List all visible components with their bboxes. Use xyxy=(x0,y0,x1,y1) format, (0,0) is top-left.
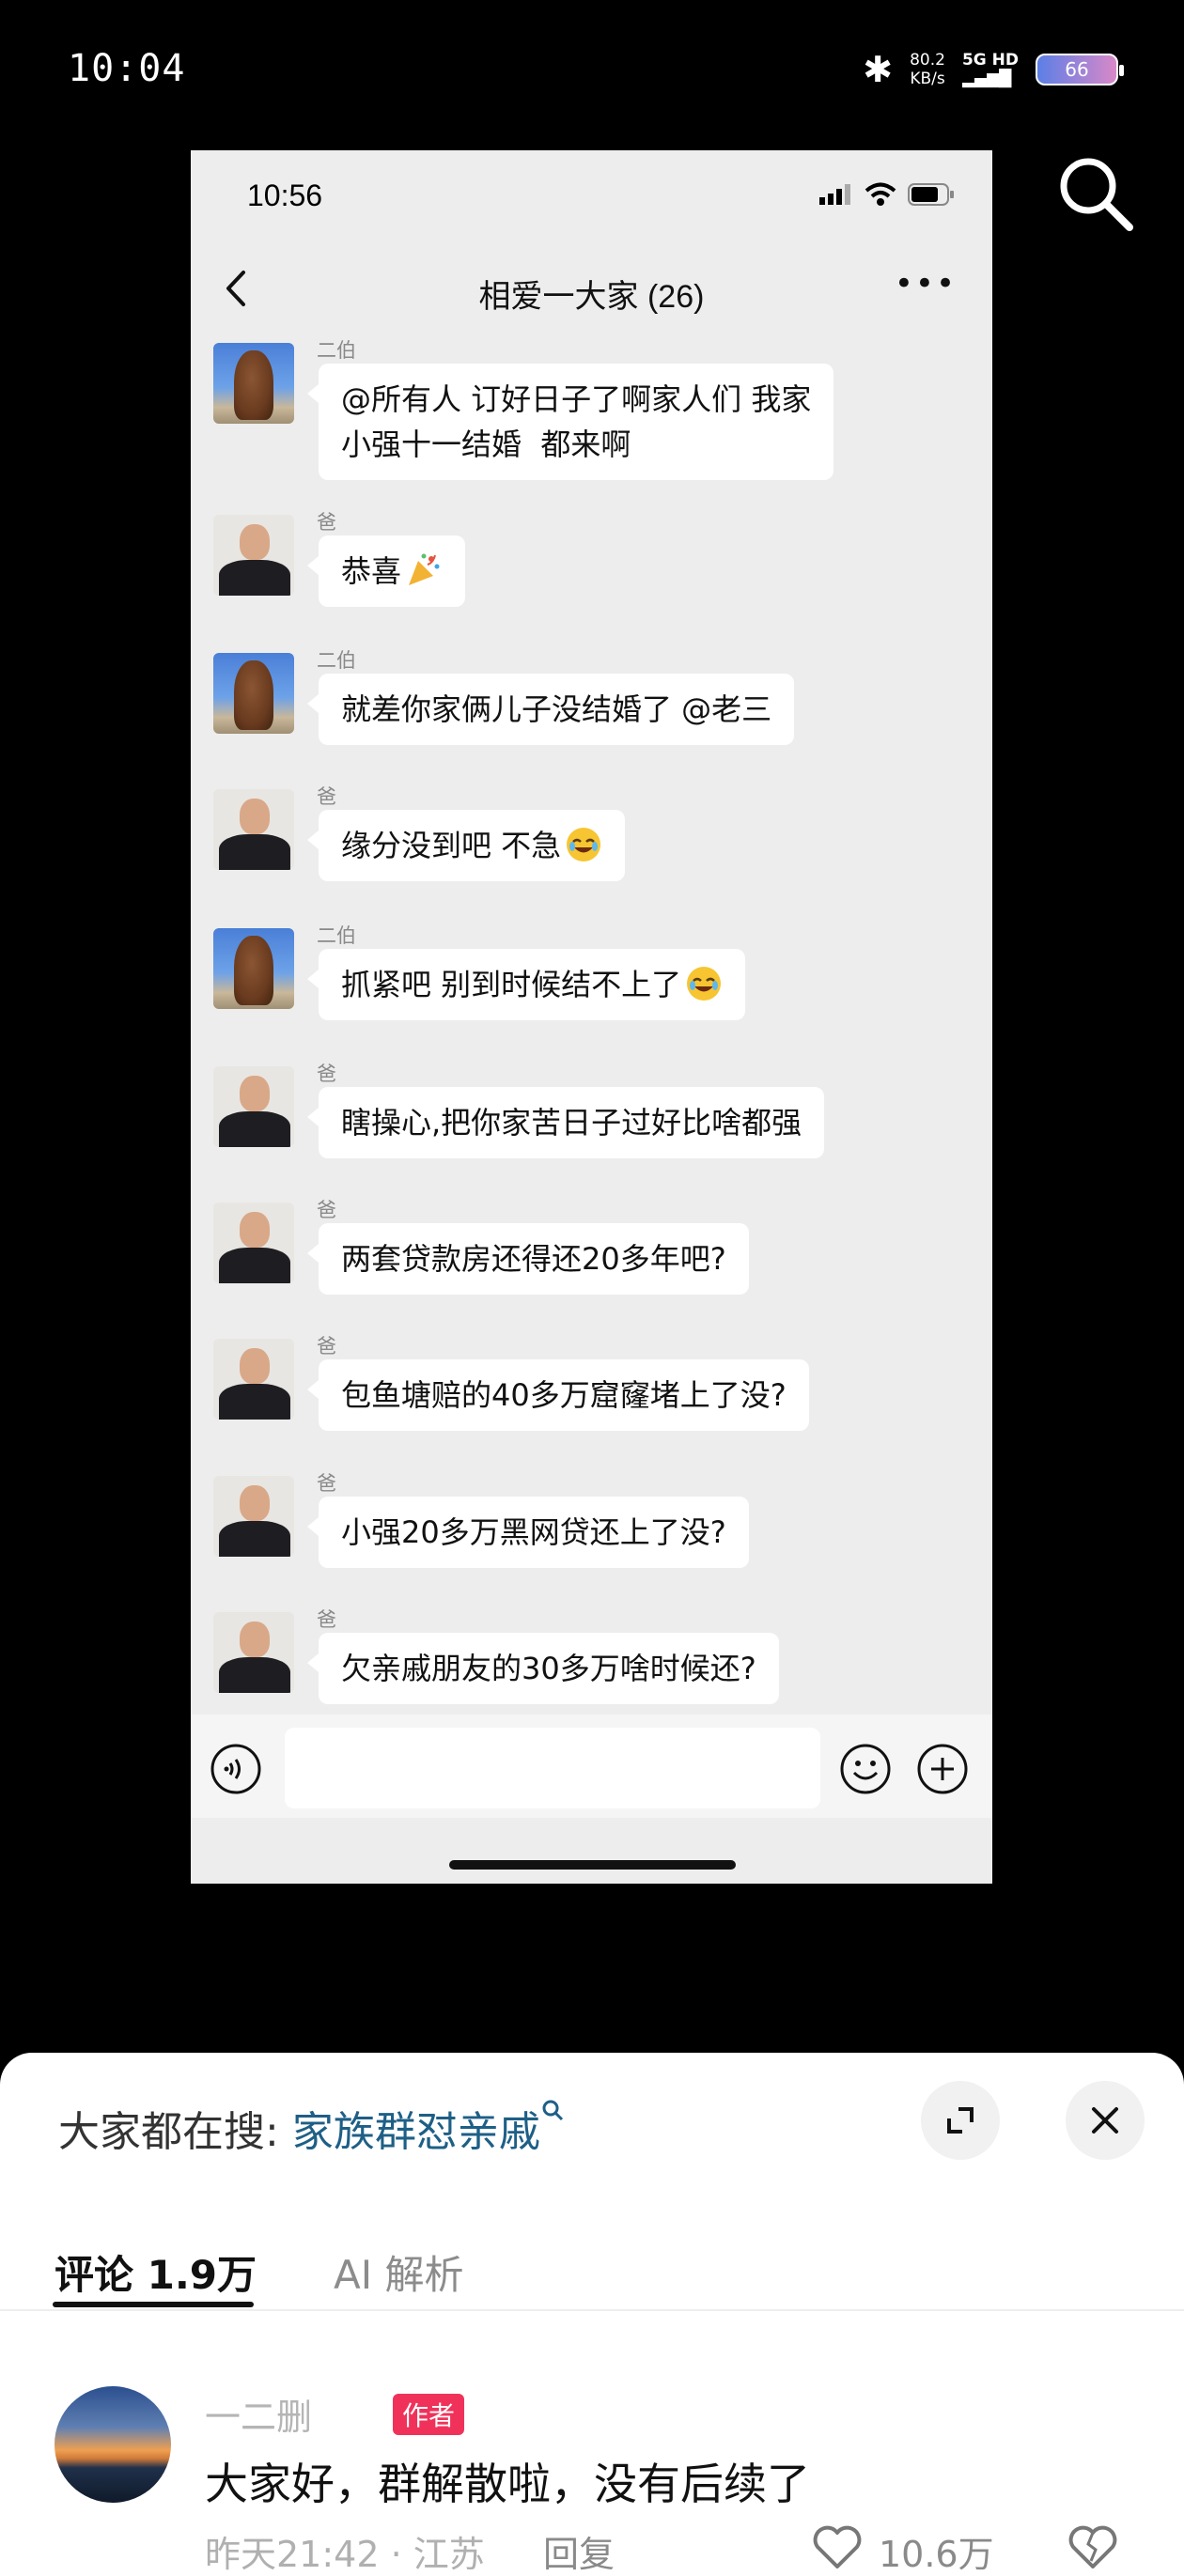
more-icon[interactable]: ••• xyxy=(895,265,957,303)
reply-button[interactable]: 回复 xyxy=(543,2525,615,2576)
expand-icon xyxy=(947,2107,974,2134)
os-status-bar: 10:04 ✱ 80.2 KB/s 5G HD ▂▄▆█ 66 xyxy=(0,0,1184,141)
broken-heart-icon[interactable] xyxy=(1067,2523,1118,2570)
message-bubble[interactable]: 欠亲戚朋友的30多万啥时候还? xyxy=(307,1633,779,1704)
avatar[interactable] xyxy=(213,789,294,870)
plus-icon[interactable] xyxy=(916,1743,969,1795)
message-text: 瞎操心,把你家苦日子过好比啥都强 xyxy=(341,1105,802,1141)
message-sender: 爸 xyxy=(317,1200,336,1221)
message-text: 缘分没到吧 不急 xyxy=(341,828,562,863)
message-sender: 爸 xyxy=(317,1473,336,1495)
battery-icon: 66 xyxy=(1036,54,1124,85)
chat-header: 相爱一大家 (26) ••• xyxy=(191,254,992,329)
network-speed-unit: KB/s xyxy=(910,70,945,88)
message-sender: 爸 xyxy=(317,1336,336,1358)
message-bubble[interactable]: 瞎操心,把你家苦日子过好比啥都强 xyxy=(306,1087,825,1158)
wifi-icon xyxy=(865,182,896,206)
close-button[interactable] xyxy=(1066,2081,1145,2160)
message-sender: 二伯 xyxy=(317,340,356,362)
chat-screenshot: 10:56 相爱一大家 (26) ••• 二伯 @所有人 订好日子了啊家人们 我… xyxy=(191,150,992,1884)
avatar[interactable] xyxy=(55,2386,171,2503)
comment-username[interactable]: 一二删 xyxy=(205,2388,312,2440)
phone-status-icons xyxy=(819,182,955,207)
message-text: 抓紧吧 别到时候结不上了 xyxy=(341,967,682,1002)
trending-search-prefix: 大家都在搜: xyxy=(58,2108,279,2156)
message-bubble[interactable]: 缘分没到吧 不急 xyxy=(306,810,626,881)
avatar[interactable] xyxy=(213,1476,294,1557)
cellular-icon xyxy=(819,184,850,205)
bluetooth-icon: ✱ xyxy=(863,49,894,90)
message-bubble[interactable]: 就差你家俩儿子没结婚了 @老三 xyxy=(306,674,795,745)
chat-title: 相爱一大家 (26) xyxy=(478,279,705,315)
network-speed-value: 80.2 xyxy=(910,51,945,70)
message-sender: 爸 xyxy=(317,512,336,534)
sheet-tabs: 评论 1.9万 AI 解析 xyxy=(0,2227,1184,2311)
comment-item: 一二删 作者 大家好，群解散啦，没有后续了 昨天21:42 · 江苏 回复 10… xyxy=(0,2367,1184,2576)
laughing-emoji-icon xyxy=(567,828,601,861)
message-text: 小强20多万黑网贷还上了没? xyxy=(341,1514,726,1550)
close-icon xyxy=(1092,2107,1118,2134)
message-text: 欠亲戚朋友的30多万啥时候还? xyxy=(341,1651,756,1686)
search-icon[interactable] xyxy=(1052,150,1137,235)
avatar[interactable] xyxy=(213,1066,294,1147)
tab-comments[interactable]: 评论 1.9万 xyxy=(55,2243,257,2301)
message-text: 两套贷款房还得还20多年吧? xyxy=(341,1241,726,1277)
comment-meta: 昨天21:42 · 江苏 xyxy=(205,2534,485,2575)
message-sender: 二伯 xyxy=(317,650,356,672)
laughing-emoji-icon xyxy=(687,967,722,1001)
chat-input-bar xyxy=(191,1715,992,1818)
message-bubble[interactable]: 抓紧吧 别到时候结不上了 xyxy=(306,949,746,1020)
message-input[interactable] xyxy=(285,1728,820,1808)
message-sender: 二伯 xyxy=(317,925,356,947)
signal-bars-icon: ▂▄▆█ xyxy=(961,70,1012,88)
active-tab-indicator xyxy=(53,2302,254,2307)
author-badge: 作者 xyxy=(393,2394,465,2435)
message-sender: 爸 xyxy=(317,1063,336,1085)
os-status-icons: ✱ 80.2 KB/s 5G HD ▂▄▆█ 66 xyxy=(863,49,1124,90)
party-popper-icon xyxy=(409,553,440,585)
message-bubble[interactable]: @所有人 订好日子了啊家人们 我家 小强十一结婚 都来啊 xyxy=(306,364,834,480)
trending-search-term[interactable]: 家族群怼亲戚 xyxy=(292,2108,540,2156)
like-count: 10.6万 xyxy=(879,2534,994,2575)
network-type: 5G HD xyxy=(961,51,1019,70)
avatar[interactable] xyxy=(213,515,294,596)
message-sender: 爸 xyxy=(317,786,336,808)
avatar[interactable] xyxy=(213,1339,294,1420)
message-bubble[interactable]: 包鱼塘赔的40多万窟窿堵上了没? xyxy=(307,1359,809,1431)
message-text: 包鱼塘赔的40多万窟窿堵上了没? xyxy=(341,1377,787,1413)
expand-button[interactable] xyxy=(921,2081,1000,2160)
emoji-icon[interactable] xyxy=(839,1743,892,1795)
phone-clock: 10:56 xyxy=(247,178,323,212)
message-sender: 爸 xyxy=(317,1609,336,1631)
avatar[interactable] xyxy=(213,1203,294,1283)
message-bubble[interactable]: 两套贷款房还得还20多年吧? xyxy=(307,1223,749,1295)
avatar[interactable] xyxy=(213,653,294,734)
tab-ai-analysis[interactable]: AI 解析 xyxy=(334,2243,463,2301)
signal-indicator: 5G HD ▂▄▆█ xyxy=(962,51,1019,88)
trending-search[interactable]: 大家都在搜: 家族群怼亲戚 xyxy=(58,2098,565,2158)
avatar[interactable] xyxy=(213,928,294,1009)
search-small-icon xyxy=(542,2100,563,2121)
heart-icon[interactable] xyxy=(812,2523,863,2570)
avatar[interactable] xyxy=(213,1612,294,1693)
avatar[interactable] xyxy=(213,343,294,424)
home-indicator xyxy=(449,1860,736,1870)
message-bubble[interactable]: 恭喜 xyxy=(306,535,466,607)
message-bubble[interactable]: 小强20多万黑网贷还上了没? xyxy=(307,1497,749,1568)
message-text: @所有人 订好日子了啊家人们 我家 小强十一结婚 都来啊 xyxy=(341,381,812,462)
phone-battery-icon xyxy=(908,183,954,206)
message-text: 就差你家俩儿子没结婚了 @老三 xyxy=(341,691,772,727)
battery-level: 66 xyxy=(1065,58,1089,81)
voice-icon[interactable] xyxy=(210,1743,262,1795)
network-speed: 80.2 KB/s xyxy=(910,51,945,88)
message-text: 恭喜 xyxy=(341,553,402,589)
phone-status-bar: 10:56 xyxy=(191,150,992,235)
comment-text: 大家好，群解散啦，没有后续了 xyxy=(205,2459,810,2509)
os-clock: 10:04 xyxy=(68,47,186,90)
